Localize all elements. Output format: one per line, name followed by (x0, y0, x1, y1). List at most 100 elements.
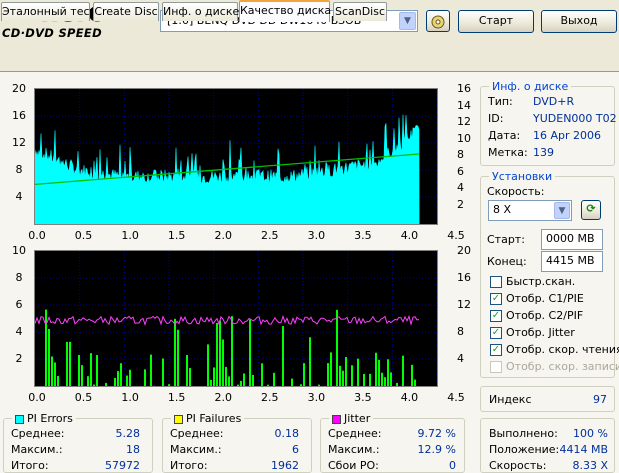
disc-date-label: Дата: (488, 129, 521, 142)
checkbox-checked[interactable]: ✓ (490, 327, 502, 339)
y-tick-label: 10 (12, 244, 26, 257)
jitter-title: Jitter (344, 412, 371, 425)
y-tick-label: 6 (457, 164, 464, 178)
pif-total-label: Итого: (170, 459, 208, 472)
refresh-speed-icon[interactable]: ⟳ (581, 200, 601, 220)
y-tick-label: 20 (12, 82, 26, 95)
start-button[interactable]: Старт (458, 10, 534, 33)
checkbox-row[interactable]: ✓ Отобр. скор. чтения (490, 343, 619, 360)
y-tick-label: 8 (15, 271, 23, 284)
jitter-swatch (332, 414, 341, 424)
disc-type-label: Тип: (488, 95, 513, 108)
disc-id-label: ID: (488, 112, 504, 125)
chevron-down-icon[interactable]: ▼ (554, 202, 570, 219)
checkbox-label: Отобр. C2/PIF (506, 309, 584, 322)
x-tick-label: 0.0 (28, 391, 46, 404)
x-tick-label: 1.0 (121, 229, 139, 242)
pie-max-value: 18 (126, 443, 140, 456)
checkbox-unchecked[interactable] (490, 276, 502, 288)
tab-disc-info[interactable]: Инф. о диске (162, 2, 239, 21)
x-tick-label: 4.0 (400, 391, 419, 404)
x-tick-label: 2.0 (214, 391, 232, 404)
checkbox-label: Быстр.скан. (506, 275, 576, 288)
po-failures-label: Сбои РО: (328, 459, 379, 472)
checkbox-checked[interactable]: ✓ (490, 344, 502, 356)
x-tick-label: 2.5 (261, 391, 279, 404)
po-failures-value: 0 (449, 459, 456, 472)
chevron-down-icon[interactable]: ▼ (399, 12, 416, 30)
y-tick-label: 16 (457, 82, 471, 95)
end-position-input[interactable]: 4415 MB (541, 251, 603, 272)
pie-total-label: Итого: (11, 459, 49, 472)
pie-total-value: 57972 (105, 459, 140, 472)
speed-readout-label: Скорость: (489, 459, 547, 472)
checkbox-row[interactable]: Отобр. скор. записи (490, 360, 619, 377)
progress-group: Выполнено: 100 % Положение: 4414 MB Скор… (480, 418, 615, 473)
pif-max-label: Максим.: (170, 443, 222, 456)
x-tick-label: 0.5 (74, 229, 93, 242)
tab-scandisc[interactable]: ScanDisc (333, 2, 387, 21)
jitter-avg-label: Среднее: (328, 427, 382, 440)
x-tick-label: 4.5 (447, 391, 465, 404)
y-tick-label: 20 (457, 244, 471, 257)
y-tick-label: 8 (15, 163, 23, 176)
checkbox-row[interactable]: ✓ Отобр. C1/PIE (490, 292, 614, 309)
pie-max-label: Максим.: (11, 443, 63, 456)
completed-value: 100 % (573, 427, 608, 440)
pi-errors-title: PI Errors (27, 412, 73, 425)
y-tick-label: 4 (15, 190, 23, 203)
checkbox-checked[interactable]: ✓ (490, 293, 502, 305)
y-tick-label: 16 (12, 109, 26, 122)
speed-select-value: 8 X (493, 203, 512, 216)
speed-select[interactable]: 8 X ▼ (488, 200, 572, 221)
index-value: 97 (593, 393, 607, 406)
x-tick-label: 4.0 (400, 229, 419, 242)
pif-total-value: 1962 (271, 459, 299, 472)
start-position-input[interactable]: 0000 MB (541, 229, 603, 250)
disc-label-label: Метка: (488, 146, 528, 159)
index-label: Индекс (489, 393, 532, 406)
tab-create-disc[interactable]: Create Disc (93, 2, 159, 21)
position-value: 4414 MB (559, 443, 608, 456)
x-tick-label: 1.5 (167, 391, 186, 404)
drive-info-button[interactable] (426, 10, 450, 32)
tab-benchmark[interactable]: Эталонный тест (1, 2, 96, 21)
x-tick-label: 0.5 (74, 391, 93, 404)
y-tick-label: 12 (12, 136, 26, 149)
position-label: Положение: (489, 443, 560, 456)
pif-avg-label: Среднее: (170, 427, 224, 440)
completed-label: Выполнено: (489, 427, 558, 440)
pi-errors-chart (34, 88, 438, 225)
checkbox-row[interactable]: ✓ Отобр. C2/PIF (490, 309, 614, 326)
disc-eject-icon (431, 15, 445, 29)
exit-button[interactable]: Выход (541, 10, 617, 33)
pi-failures-stats: PI Failures Среднее: 0.18 Максим.: 6 Ито… (162, 412, 312, 473)
jitter-max-label: Максим.: (328, 443, 380, 456)
x-tick-label: 1.0 (121, 391, 139, 404)
y-tick-label: 4 (15, 325, 23, 338)
y-tick-label: 12 (457, 115, 471, 128)
y-tick-label: 14 (457, 98, 471, 112)
x-tick-label: 1.5 (167, 229, 186, 242)
pi-failures-title: PI Failures (186, 412, 242, 425)
jitter-series (34, 314, 420, 326)
x-tick-label: 2.0 (214, 229, 232, 242)
y-tick-label: 12 (457, 298, 471, 311)
speed-label: Скорость: (487, 185, 545, 198)
checkbox-row[interactable]: ✓ Отобр. Jitter (490, 326, 614, 343)
checkbox-unchecked[interactable] (490, 361, 502, 373)
pie-avg-value: 5.28 (115, 427, 141, 440)
x-tick-label: 3.0 (307, 391, 326, 404)
pi-errors-swatch (15, 414, 24, 424)
pi-failures-plot (34, 251, 438, 386)
pi-failures-chart (34, 250, 438, 387)
checkbox-row[interactable]: Быстр.скан. (490, 275, 614, 292)
pif-max-value: 6 (292, 443, 299, 456)
checkbox-checked[interactable]: ✓ (490, 310, 502, 322)
jitter-stats: Jitter Среднее: 9.72 % Максим.: 12.9 % С… (320, 412, 465, 473)
tab-disc-quality[interactable]: Качество диска (239, 0, 331, 22)
pi-failures-swatch (174, 414, 183, 424)
pi-errors-plot (34, 89, 438, 225)
y-tick-label: 4 (457, 181, 464, 194)
y-tick-label: 8 (457, 325, 464, 338)
